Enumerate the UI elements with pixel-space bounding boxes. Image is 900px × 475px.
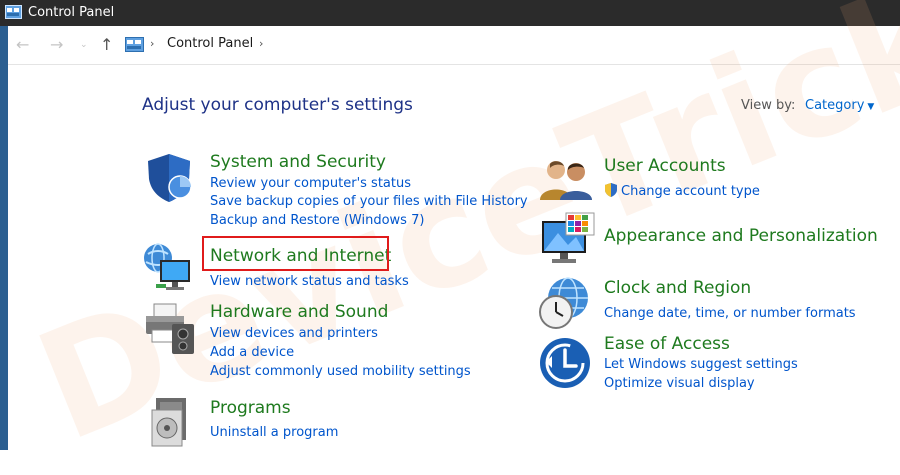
category-ease-of-access[interactable]: Ease of Access xyxy=(604,334,730,354)
up-arrow-icon[interactable]: ↑ xyxy=(100,35,113,54)
link-backup-restore[interactable]: Backup and Restore (Windows 7) xyxy=(210,213,424,228)
link-devices-printers[interactable]: View devices and printers xyxy=(210,326,378,341)
page-title: Adjust your computer's settings xyxy=(142,95,413,115)
category-appearance-personalization[interactable]: Appearance and Personalization xyxy=(604,226,878,246)
highlight-box xyxy=(202,236,389,271)
category-system-security[interactable]: System and Security xyxy=(210,152,386,172)
view-by-value: Category xyxy=(805,98,865,113)
window-frame xyxy=(0,26,8,450)
network-icon[interactable] xyxy=(140,240,198,294)
recent-dropdown-icon[interactable]: ⌄ xyxy=(80,40,88,50)
link-suggest-settings[interactable]: Let Windows suggest settings xyxy=(604,357,798,372)
view-by-label: View by: xyxy=(741,98,796,113)
monitor-icon[interactable] xyxy=(538,211,596,267)
clock-globe-icon[interactable] xyxy=(536,276,592,332)
link-review-status[interactable]: Review your computer's status xyxy=(210,176,411,191)
breadcrumb-chevron-icon[interactable]: › xyxy=(150,37,154,50)
breadcrumb-chevron-icon[interactable]: › xyxy=(259,37,263,50)
control-panel-icon xyxy=(5,5,22,19)
printer-icon[interactable] xyxy=(142,300,198,356)
ease-of-access-icon[interactable] xyxy=(538,336,592,390)
category-user-accounts[interactable]: User Accounts xyxy=(604,156,726,176)
back-arrow-icon[interactable]: ← xyxy=(16,35,29,54)
category-clock-region[interactable]: Clock and Region xyxy=(604,278,751,298)
uac-shield-icon xyxy=(605,183,617,197)
control-panel-icon xyxy=(125,37,144,52)
link-date-time-formats[interactable]: Change date, time, or number formats xyxy=(604,306,856,321)
category-programs[interactable]: Programs xyxy=(210,398,291,418)
forward-arrow-icon[interactable]: → xyxy=(50,35,63,54)
link-mobility-settings[interactable]: Adjust commonly used mobility settings xyxy=(210,364,471,379)
category-hardware-sound[interactable]: Hardware and Sound xyxy=(210,302,388,322)
link-uninstall-program[interactable]: Uninstall a program xyxy=(210,425,338,440)
view-by-dropdown[interactable]: Category ▼ xyxy=(805,98,874,113)
link-network-status[interactable]: View network status and tasks xyxy=(210,274,409,289)
link-optimize-display[interactable]: Optimize visual display xyxy=(604,376,755,391)
programs-icon[interactable] xyxy=(146,396,196,448)
link-file-history[interactable]: Save backup copies of your files with Fi… xyxy=(210,194,528,209)
dropdown-arrow-icon: ▼ xyxy=(867,102,875,112)
link-change-account-type-label: Change account type xyxy=(621,184,760,199)
window-title: Control Panel xyxy=(28,5,115,20)
users-icon[interactable] xyxy=(538,158,594,202)
breadcrumb-control-panel[interactable]: Control Panel xyxy=(167,36,253,51)
link-change-account-type[interactable]: Change account type xyxy=(604,183,760,199)
link-add-device[interactable]: Add a device xyxy=(210,345,294,360)
shield-icon[interactable] xyxy=(142,151,196,205)
